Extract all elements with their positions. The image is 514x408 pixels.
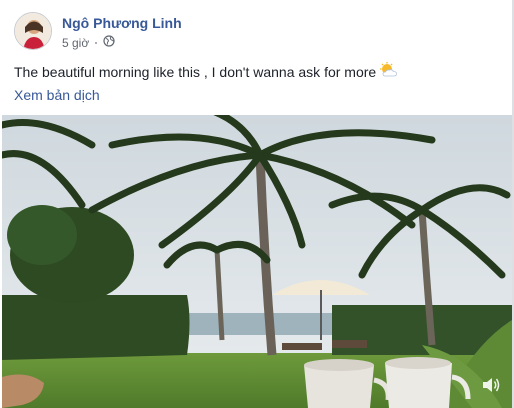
post-timestamp[interactable]: 5 giờ [62, 36, 89, 50]
avatar-image [15, 13, 51, 49]
speaker-icon[interactable] [480, 374, 502, 396]
avatar[interactable] [14, 12, 52, 50]
facebook-post: Ngô Phương Linh 5 giờ The beautiful morn… [0, 0, 514, 408]
sun-behind-cloud-icon [380, 62, 398, 81]
video-player[interactable] [2, 115, 512, 408]
video-frame [2, 115, 512, 408]
post-message: The beautiful morning like this , I don'… [14, 62, 494, 81]
globe-icon[interactable] [103, 34, 115, 52]
see-translation-link[interactable]: Xem bản dịch [14, 87, 100, 103]
author-name[interactable]: Ngô Phương Linh [62, 15, 182, 31]
post-meta: 5 giờ [62, 34, 115, 52]
post-text: The beautiful morning like this , I don'… [14, 63, 377, 80]
post-header: Ngô Phương Linh 5 giờ [14, 12, 494, 52]
separator-dot [95, 42, 98, 44]
